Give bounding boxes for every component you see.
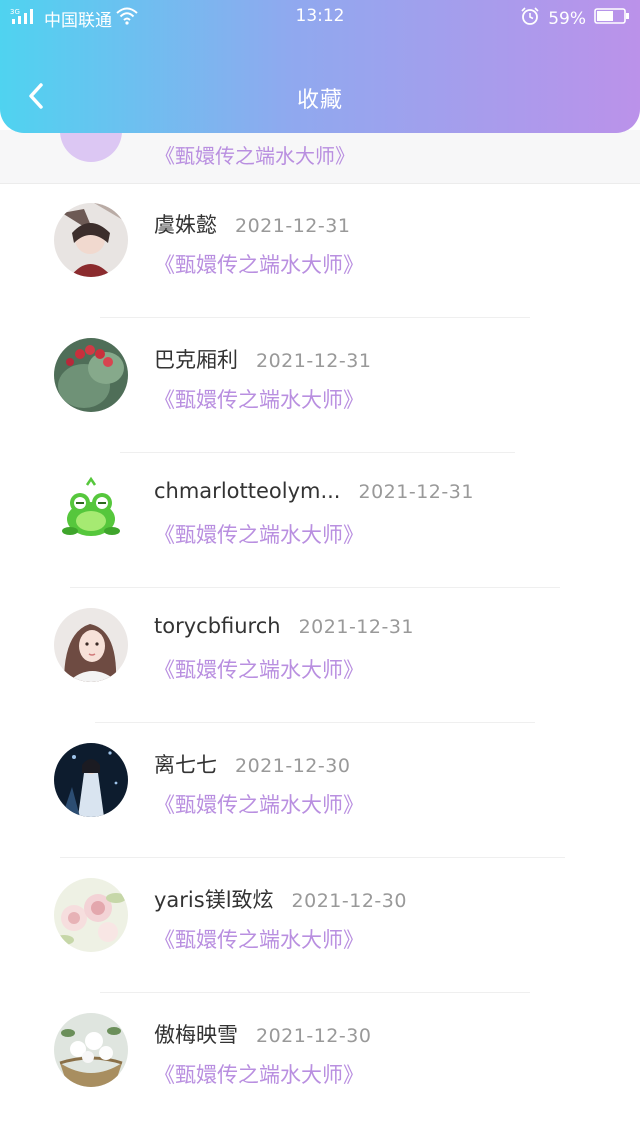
avatar[interactable] [54,473,128,547]
item-meta: 离七七 2021-12-30 [154,749,350,779]
item-date: 2021-12-31 [235,215,351,237]
battery-percent: 59% [548,8,586,29]
user-name[interactable]: 虞姝懿 [154,209,217,239]
avatar[interactable] [54,878,128,952]
list-item[interactable]: 虞姝懿 2021-12-31 《甄嬛传之端水大师》 [0,183,640,318]
user-name[interactable]: 傲梅映雪 [154,1019,238,1049]
user-name[interactable]: torycbfiurch [154,614,281,638]
list-item[interactable]: 离七七 2021-12-30 《甄嬛传之端水大师》 [0,723,640,858]
item-date: 2021-12-30 [256,1025,372,1047]
work-title[interactable]: 《甄嬛传之端水大师》 [154,924,364,954]
list-item[interactable]: 傲梅映雪 2021-12-30 《甄嬛传之端水大师》 [0,993,640,1128]
alarm-icon [520,6,540,31]
item-meta: chmarlotteolym... 2021-12-31 [154,479,474,503]
work-title[interactable]: 《甄嬛传之端水大师》 [154,789,364,819]
header-bar: 3G 中国联通 13:12 59% 收藏 [0,0,640,133]
work-title[interactable]: 《甄嬛传之端水大师》 [154,384,364,414]
item-meta: 虞姝懿 2021-12-31 [154,209,350,239]
work-title[interactable]: 《甄嬛传之端水大师》 [154,249,364,279]
item-date: 2021-12-30 [291,890,407,912]
item-date: 2021-12-30 [235,755,351,777]
list-item[interactable]: 《甄嬛传之端水大师》 [0,110,640,184]
work-title[interactable]: 《甄嬛传之端水大师》 [154,519,364,549]
list-item[interactable]: yaris镁l致炫 2021-12-30 《甄嬛传之端水大师》 [0,858,640,993]
battery-icon [594,7,630,30]
list-item[interactable]: chmarlotteolym... 2021-12-31 《甄嬛传之端水大师》 [0,453,640,588]
item-meta: torycbfiurch 2021-12-31 [154,614,414,638]
avatar[interactable] [54,1013,128,1087]
list-item[interactable]: 巴克厢利 2021-12-31 《甄嬛传之端水大师》 [0,318,640,453]
work-title[interactable]: 《甄嬛传之端水大师》 [154,654,364,684]
list-item[interactable]: torycbfiurch 2021-12-31 《甄嬛传之端水大师》 [0,588,640,723]
avatar[interactable] [54,743,128,817]
item-meta: yaris镁l致炫 2021-12-30 [154,884,407,914]
item-date: 2021-12-31 [256,350,372,372]
work-title[interactable]: 《甄嬛传之端水大师》 [154,1059,364,1089]
status-bar: 3G 中国联通 13:12 59% [0,0,640,34]
item-date: 2021-12-31 [298,616,415,638]
user-name[interactable]: 巴克厢利 [154,344,238,374]
work-title[interactable]: 《甄嬛传之端水大师》 [155,140,355,169]
user-name[interactable]: chmarlotteolym... [154,479,340,503]
item-meta: 巴克厢利 2021-12-31 [154,344,371,374]
item-date: 2021-12-31 [358,481,474,503]
avatar[interactable] [54,608,128,682]
user-name[interactable]: 离七七 [154,749,217,779]
avatar[interactable] [54,338,128,412]
item-meta: 傲梅映雪 2021-12-30 [154,1019,371,1049]
user-name[interactable]: yaris镁l致炫 [154,884,274,914]
page-title: 收藏 [296,88,343,113]
avatar[interactable] [54,203,128,277]
status-right: 59% [520,6,630,31]
